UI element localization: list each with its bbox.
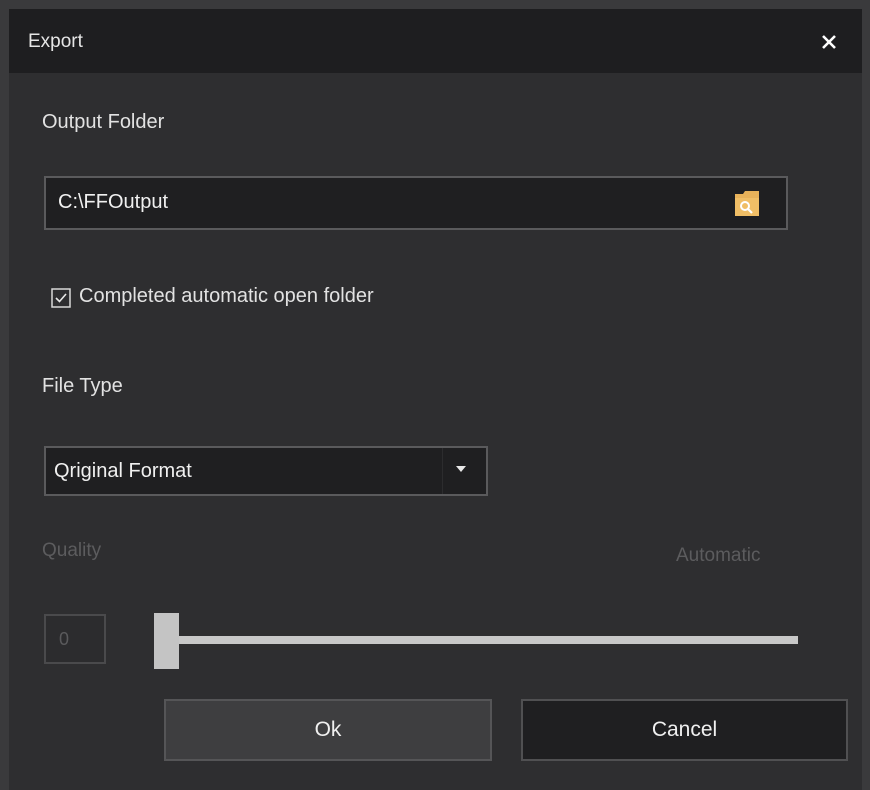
quality-input[interactable]: 0 xyxy=(44,614,106,664)
quality-label: Quality xyxy=(42,540,102,561)
file-type-selected: Qriginal Format xyxy=(54,460,192,482)
output-folder-field[interactable]: C:\FFOutput xyxy=(44,176,788,230)
folder-search-icon xyxy=(735,191,759,216)
title-bar: Export xyxy=(9,9,862,73)
chevron-down-icon xyxy=(456,466,466,472)
auto-open-label[interactable]: Completed automatic open folder xyxy=(79,285,374,308)
checkmark-icon xyxy=(51,288,71,308)
ok-button[interactable]: Ok xyxy=(164,699,492,761)
quality-slider-thumb[interactable] xyxy=(154,613,179,669)
close-button[interactable] xyxy=(814,27,844,57)
quality-value: 0 xyxy=(59,629,70,649)
file-type-label: File Type xyxy=(42,375,123,397)
quality-slider-track[interactable] xyxy=(169,636,798,644)
auto-open-checkbox[interactable] xyxy=(51,288,71,308)
close-icon xyxy=(822,35,836,49)
output-folder-label: Output Folder xyxy=(42,111,165,133)
browse-folder-button[interactable] xyxy=(729,186,765,220)
quality-mode-label: Automatic xyxy=(676,545,761,566)
dialog-title: Export xyxy=(28,31,83,52)
file-type-select[interactable]: Qriginal Format xyxy=(44,446,488,496)
cancel-button[interactable]: Cancel xyxy=(521,699,848,761)
select-divider xyxy=(442,448,443,494)
output-folder-value: C:\FFOutput xyxy=(58,191,169,213)
export-dialog: Export Output Folder C:\FFOutput Complet… xyxy=(9,9,862,790)
